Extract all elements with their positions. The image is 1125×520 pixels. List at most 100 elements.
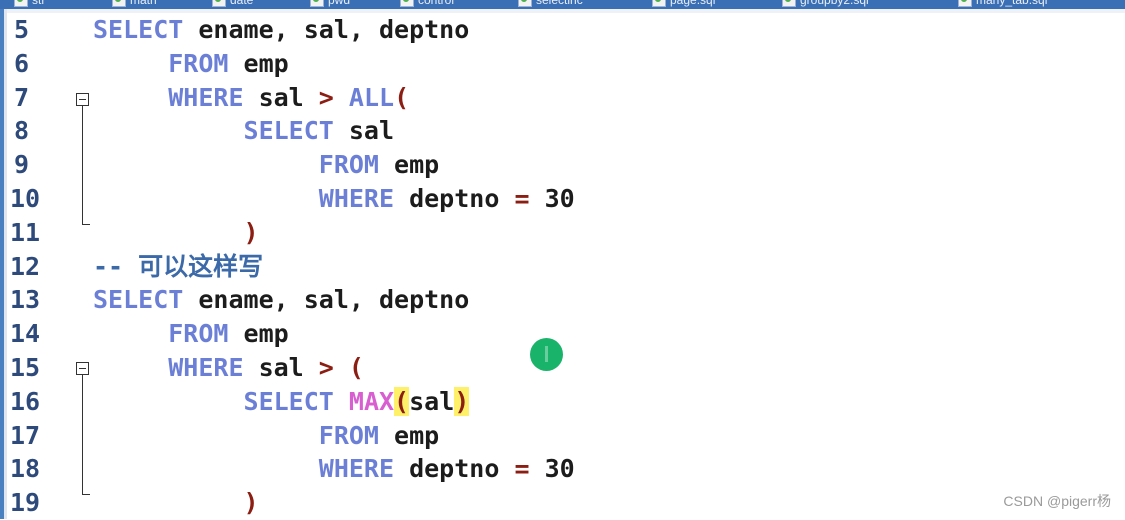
sql-text: sal bbox=[409, 386, 455, 416]
code-line[interactable]: 14 FROM emp bbox=[0, 317, 1125, 351]
code-line[interactable]: 7 WHERE sal > ALL( bbox=[0, 81, 1125, 115]
code-text: WHERE sal > ( bbox=[93, 351, 364, 385]
sql-keyword: FROM bbox=[93, 150, 379, 180]
editor-tab-label: many_tab.sql bbox=[976, 0, 1048, 7]
code-text: FROM emp bbox=[93, 148, 439, 182]
editor-tab-label: date bbox=[230, 0, 254, 7]
sql-operator: = bbox=[514, 454, 530, 484]
sql-text: deptno bbox=[394, 454, 515, 484]
sql-file-icon bbox=[958, 0, 972, 7]
editor-tab[interactable]: many_tab.sql bbox=[958, 0, 1047, 8]
line-number: 15 bbox=[10, 353, 41, 382]
sql-operator: ) bbox=[243, 488, 259, 518]
code-line[interactable]: 6 FROM emp bbox=[0, 47, 1125, 81]
sql-operator: ( bbox=[394, 82, 410, 112]
sql-keyword: WHERE bbox=[93, 82, 244, 112]
line-number: 9 bbox=[14, 150, 30, 180]
sql-text: deptno bbox=[394, 184, 515, 213]
code-text: ) bbox=[93, 216, 259, 250]
line-number: 18 bbox=[10, 454, 41, 484]
code-text: FROM emp bbox=[93, 317, 288, 351]
sql-keyword: FROM bbox=[93, 420, 379, 450]
editor-tab[interactable]: date bbox=[212, 0, 253, 8]
editor-tab[interactable]: pwd bbox=[310, 0, 350, 8]
sql-function: MAX bbox=[348, 386, 395, 416]
code-line[interactable]: 8 SELECT sal bbox=[0, 114, 1125, 148]
code-text: ) bbox=[93, 486, 259, 520]
sql-text: emp bbox=[378, 150, 440, 180]
sql-file-icon bbox=[782, 0, 796, 7]
sql-text: sal bbox=[243, 353, 319, 382]
code-text: SELECT sal bbox=[93, 114, 395, 148]
editor-tab-label: pwd bbox=[328, 0, 351, 7]
editor-tab-label: math bbox=[130, 0, 157, 7]
sql-file-icon bbox=[212, 0, 226, 7]
editor-tab[interactable]: str bbox=[14, 0, 45, 8]
code-line[interactable]: 13 SELECT ename, sal, deptno bbox=[0, 283, 1125, 317]
line-number: 8 bbox=[14, 116, 30, 146]
sql-file-icon bbox=[112, 0, 126, 7]
sql-text: 30 bbox=[529, 184, 575, 213]
code-text: FROM emp bbox=[93, 419, 439, 453]
editor-tab[interactable]: math bbox=[112, 0, 157, 8]
line-number: 12 bbox=[10, 251, 41, 281]
editor-tab[interactable]: groupby2.sql bbox=[782, 0, 869, 8]
line-number: 16 bbox=[10, 386, 41, 416]
editor-tab-label: groupby2.sql bbox=[800, 0, 869, 7]
line-number: 17 bbox=[10, 420, 41, 450]
line-number: 6 bbox=[14, 48, 30, 78]
mouse-cursor-indicator bbox=[530, 338, 563, 371]
sql-code-editor[interactable]: 5 SELECT ename, sal, deptno 6 FROM emp 7 WH… bbox=[0, 13, 1125, 519]
editor-tab[interactable]: selectinc bbox=[518, 0, 583, 8]
sql-file-icon bbox=[310, 0, 324, 7]
code-line[interactable]: 18 WHERE deptno = 30 bbox=[0, 452, 1125, 486]
code-text: FROM emp bbox=[93, 47, 288, 81]
code-line[interactable]: 11 ) bbox=[0, 216, 1125, 250]
sql-keyword: SELECT bbox=[93, 116, 334, 146]
sql-operator: = bbox=[514, 184, 530, 213]
sql-file-icon bbox=[518, 0, 532, 7]
code-text: -- 可以这样写 bbox=[93, 250, 263, 284]
sql-file-icon bbox=[652, 0, 666, 7]
sql-keyword: WHERE bbox=[93, 454, 395, 484]
line-number: 5 bbox=[14, 15, 30, 44]
editor-tab-label: page.sql bbox=[670, 0, 716, 7]
code-text: WHERE deptno = 30 bbox=[93, 182, 575, 216]
sql-text: sal bbox=[333, 116, 395, 146]
code-line[interactable]: 12 -- 可以这样写 bbox=[0, 250, 1125, 284]
code-text: WHERE deptno = 30 bbox=[93, 452, 575, 486]
editor-tab[interactable]: control bbox=[400, 0, 454, 8]
sql-file-icon bbox=[400, 0, 414, 7]
code-line[interactable]: 16 SELECT MAX(sal) bbox=[0, 385, 1125, 419]
code-text: SELECT ename, sal, deptno bbox=[93, 283, 469, 317]
editor-tab[interactable]: page.sql bbox=[652, 0, 715, 8]
sql-operator: > bbox=[318, 82, 334, 112]
code-line[interactable]: 9 FROM emp bbox=[0, 148, 1125, 182]
editor-tab-label: control bbox=[418, 0, 455, 7]
line-number: 7 bbox=[14, 82, 30, 112]
sql-keyword: SELECT bbox=[93, 386, 334, 416]
code-line[interactable]: 17 FROM emp bbox=[0, 419, 1125, 453]
line-number: 11 bbox=[10, 217, 41, 247]
sql-comment: -- bbox=[93, 251, 139, 281]
sql-keyword: WHERE bbox=[93, 353, 244, 382]
sql-text: sal bbox=[243, 82, 319, 112]
code-line[interactable]: 19 ) bbox=[0, 486, 1125, 520]
sql-keyword: ALL bbox=[348, 82, 395, 112]
code-text: SELECT ename, sal, deptno bbox=[93, 13, 469, 47]
sql-keyword: WHERE bbox=[93, 184, 395, 213]
sql-text: ename, sal, deptno bbox=[183, 15, 470, 44]
sql-text: emp bbox=[378, 420, 440, 450]
sql-operator: ( bbox=[348, 353, 364, 382]
sql-text: 30 bbox=[529, 454, 575, 484]
sql-keyword: SELECT bbox=[93, 15, 184, 44]
sql-keyword: FROM bbox=[93, 48, 229, 78]
editor-tab-label: selectinc bbox=[536, 0, 583, 7]
code-line[interactable]: 5 SELECT ename, sal, deptno bbox=[0, 13, 1125, 47]
code-line[interactable]: 10 WHERE deptno = 30 bbox=[0, 182, 1125, 216]
